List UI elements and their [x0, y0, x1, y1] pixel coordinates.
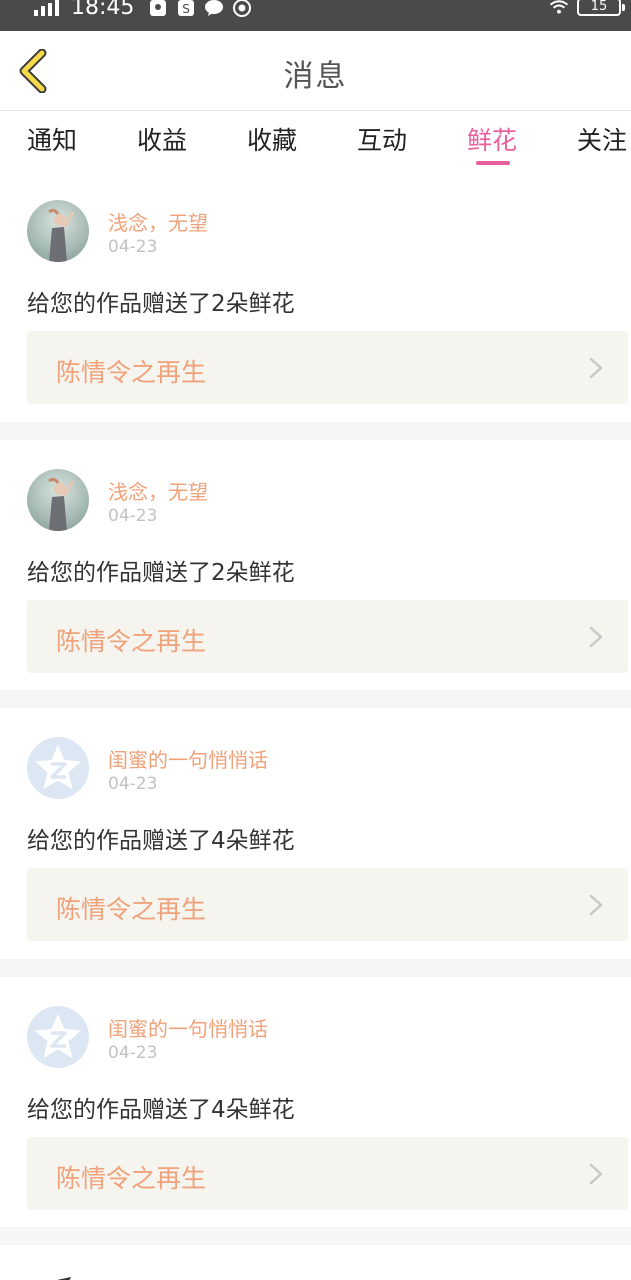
tab-notice[interactable]: 通知 [27, 121, 77, 157]
sender-name[interactable]: 浅念，无望 [108, 207, 208, 236]
avatar[interactable] [27, 737, 89, 799]
message-list: 浅念，无望 04-23 给您的作品赠送了2朵鲜花 陈情令之再生 浅念，无望 04… [0, 171, 631, 1245]
tab-favorites[interactable]: 收藏 [247, 121, 297, 157]
tab-interaction[interactable]: 互动 [357, 121, 407, 157]
work-link-card[interactable]: 陈情令之再生 [27, 868, 628, 941]
status-bar-left: 18:45 S [34, 0, 252, 22]
list-item: 闺蜜的一句悄悄话 04-23 给您的作品赠送了4朵鲜花 陈情令之再生 [0, 976, 631, 1245]
item-separator [0, 690, 631, 708]
work-link-card[interactable]: 陈情令之再生 [27, 599, 628, 673]
tab-bar: 通知 收益 收藏 互动 鲜花 关注 [0, 111, 631, 171]
header: 消息 [0, 31, 631, 111]
work-title: 陈情令之再生 [56, 358, 207, 387]
message-date: 04-23 [108, 774, 158, 794]
item-separator [0, 958, 631, 977]
next-item-avatar-partial [27, 1274, 89, 1280]
s-app-icon: S [176, 0, 196, 17]
avatar[interactable] [27, 468, 89, 531]
default-avatar-star-icon [35, 1013, 81, 1058]
sender-name[interactable]: 闺蜜的一句悄悄话 [108, 1013, 268, 1042]
chat-bubble-icon [204, 0, 224, 17]
status-time: 18:45 [71, 0, 135, 20]
status-bar-right: 15 [549, 0, 625, 18]
tab-flowers[interactable]: 鲜花 [467, 121, 517, 157]
camera-app-icon [232, 0, 252, 17]
list-item: 闺蜜的一句悄悄话 04-23 给您的作品赠送了4朵鲜花 陈情令之再生 [0, 708, 631, 977]
default-avatar-star-icon [35, 745, 81, 789]
work-link-card[interactable]: 陈情令之再生 [27, 331, 628, 404]
work-title: 陈情令之再生 [56, 895, 207, 924]
item-separator [0, 421, 631, 440]
signal-icon [34, 0, 59, 16]
user-photo-icon [48, 477, 75, 531]
active-tab-indicator [476, 161, 510, 165]
avatar[interactable] [27, 200, 89, 262]
sender-name[interactable]: 闺蜜的一句悄悄话 [108, 744, 268, 773]
message-date: 04-23 [108, 1042, 158, 1063]
message-date: 04-23 [108, 505, 158, 526]
chevron-right-icon [589, 894, 603, 916]
message-text: 给您的作品赠送了2朵鲜花 [27, 291, 295, 317]
list-item: 浅念，无望 04-23 给您的作品赠送了2朵鲜花 陈情令之再生 [0, 439, 631, 708]
list-item: 浅念，无望 04-23 给您的作品赠送了2朵鲜花 陈情令之再生 [0, 171, 631, 440]
message-text: 给您的作品赠送了4朵鲜花 [27, 828, 295, 854]
tab-earnings[interactable]: 收益 [137, 121, 187, 157]
chevron-right-icon [589, 626, 603, 647]
sender-name[interactable]: 浅念，无望 [108, 476, 208, 505]
notification-app-icon [148, 0, 168, 17]
svg-text:S: S [183, 2, 191, 16]
work-title: 陈情令之再生 [56, 1163, 207, 1193]
chevron-right-icon [589, 357, 603, 379]
item-separator [0, 1227, 631, 1245]
chevron-right-icon [589, 1163, 603, 1184]
message-text: 给您的作品赠送了2朵鲜花 [27, 559, 295, 586]
page-title: 消息 [283, 59, 348, 94]
avatar[interactable] [27, 1005, 89, 1068]
message-text: 给您的作品赠送了4朵鲜花 [27, 1096, 295, 1123]
wifi-icon [549, 0, 569, 16]
work-title: 陈情令之再生 [56, 626, 207, 656]
status-bar: 18:45 S 15 [0, 0, 631, 31]
work-link-card[interactable]: 陈情令之再生 [27, 1136, 628, 1210]
battery-icon: 15 [577, 0, 625, 16]
message-date: 04-23 [108, 237, 158, 257]
tab-follow[interactable]: 关注 [577, 121, 627, 157]
user-photo-icon [48, 208, 75, 262]
